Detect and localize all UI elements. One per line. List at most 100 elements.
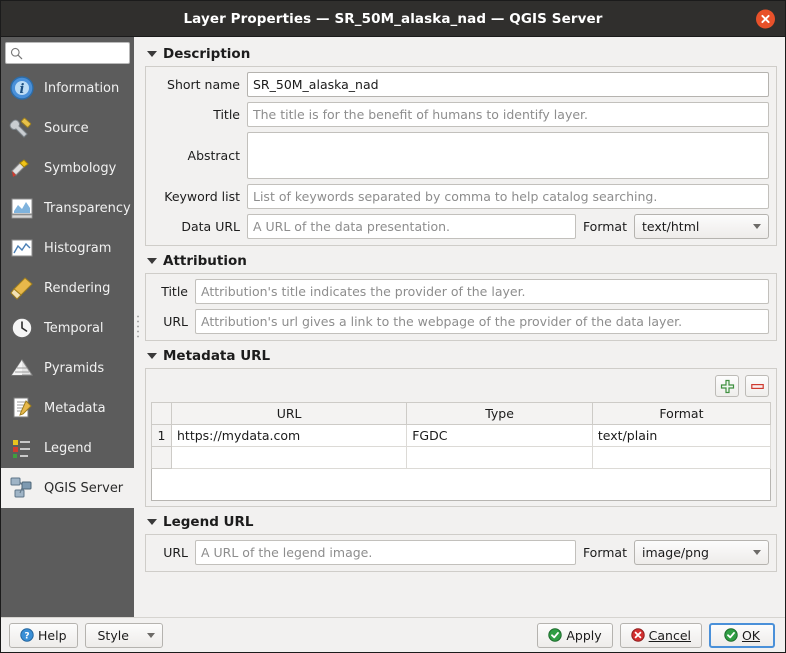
attribution-title: Attribution (163, 253, 247, 269)
dialog-body: i Information Source Symbology Transpare… (1, 37, 785, 617)
cancel-label: Cancel (648, 627, 691, 643)
keyword-list-row: Keyword list List of keywords separated … (153, 184, 769, 209)
data-url-input[interactable]: A URL of the data presentation. (247, 214, 576, 239)
ok-button[interactable]: OK (709, 622, 775, 648)
metadata-icon (13, 397, 32, 418)
sidebar-item-label: Metadata (44, 400, 106, 416)
table-row-empty[interactable] (151, 446, 772, 469)
source-icon (9, 117, 32, 138)
attribution-url-label: URL (163, 314, 188, 329)
remove-icon[interactable] (745, 375, 769, 397)
symbology-icon (11, 159, 29, 177)
sidebar-item-metadata[interactable]: Metadata (1, 388, 134, 428)
sidebar-item-symbology[interactable]: Symbology (1, 148, 134, 188)
data-url-format-label: Format (582, 219, 627, 234)
legend-url-input[interactable]: A URL of the legend image. (195, 540, 576, 565)
abstract-textarea[interactable] (247, 132, 769, 179)
sidebar-item-label: Histogram (44, 240, 112, 256)
legend-url-row: URL A URL of the legend image. Format im… (153, 540, 769, 565)
description-box: Short name SR_50M_alaska_nad Title The t… (145, 66, 777, 246)
title-input[interactable]: The title is for the benefit of humans t… (247, 102, 769, 127)
qgis-server-icon (10, 477, 32, 498)
legend-url-format-label: Format (582, 545, 627, 560)
sidebar-item-label: Pyramids (44, 360, 105, 376)
temporal-icon (11, 317, 33, 339)
attribution-title-input[interactable]: Attribution's title indicates the provid… (195, 279, 769, 304)
sidebar-item-legend[interactable]: Legend (1, 428, 134, 468)
keyword-list-label: Keyword list (164, 189, 240, 204)
sidebar-item-histogram[interactable]: Histogram (1, 228, 134, 268)
search-input[interactable] (23, 46, 125, 60)
legend-url-title: Legend URL (163, 514, 254, 530)
titlebar: Layer Properties — SR_50M_alaska_nad — Q… (1, 1, 785, 37)
description-header[interactable]: Description (145, 45, 777, 66)
help-button[interactable]: ? Help (9, 622, 78, 648)
search-box[interactable] (5, 42, 130, 64)
sidebar-item-label: Legend (44, 440, 92, 456)
legend-url-label: URL (163, 545, 188, 560)
sidebar-item-information[interactable]: i Information (1, 68, 134, 108)
title-row: Title The title is for the benefit of hu… (153, 102, 769, 127)
sidebar-item-temporal[interactable]: Temporal (1, 308, 134, 348)
metadata-url-box: URL Type Format 1 https://mydata.com FGD… (145, 368, 777, 507)
cell-type[interactable] (406, 446, 593, 469)
splitter-grip-icon (136, 314, 139, 340)
cell-format[interactable] (591, 446, 772, 469)
attribution-header[interactable]: Attribution (145, 252, 777, 273)
svg-text:i: i (20, 82, 25, 97)
dialog-footer: ? Help Style Apply Cancel OK (1, 617, 785, 652)
sidebar-splitter[interactable] (134, 37, 141, 617)
cancel-button[interactable]: Cancel (619, 622, 702, 648)
legend-url-format-select[interactable]: image/png (634, 540, 769, 565)
metadata-url-header[interactable]: Metadata URL (145, 347, 777, 368)
sidebar-item-label: QGIS Server (44, 480, 124, 496)
legend-url-header[interactable]: Legend URL (145, 513, 777, 534)
cell-url[interactable]: https://mydata.com (170, 424, 408, 447)
short-name-input[interactable]: SR_50M_alaska_nad (247, 72, 769, 97)
style-button[interactable]: Style (84, 622, 163, 648)
information-icon: i (10, 76, 34, 100)
row-index-header (151, 402, 172, 425)
apply-label: Apply (566, 627, 602, 643)
sidebar-item-source[interactable]: Source (1, 108, 134, 148)
cancel-icon (630, 628, 645, 642)
legend-icon (13, 440, 30, 458)
column-header-type[interactable]: Type (406, 402, 593, 425)
table-row[interactable]: 1 https://mydata.com FGDC text/plain (151, 424, 772, 447)
histogram-icon (11, 239, 33, 257)
chevron-down-icon (147, 51, 157, 57)
keyword-list-input[interactable]: List of keywords separated by comma to h… (247, 184, 769, 209)
add-icon[interactable] (715, 375, 739, 397)
chevron-down-icon (753, 550, 761, 555)
data-url-format-value: text/html (642, 219, 700, 234)
layer-properties-dialog: Layer Properties — SR_50M_alaska_nad — Q… (0, 0, 786, 653)
column-header-format[interactable]: Format (591, 402, 772, 425)
cell-type[interactable]: FGDC (406, 424, 593, 447)
column-header-url[interactable]: URL (170, 402, 408, 425)
chevron-down-icon (147, 258, 157, 264)
short-name-row: Short name SR_50M_alaska_nad (153, 72, 769, 97)
sidebar-item-rendering[interactable]: Rendering (1, 268, 134, 308)
data-url-format-select[interactable]: text/html (634, 214, 769, 239)
pyramids-icon (11, 359, 33, 376)
sidebar: i Information Source Symbology Transpare… (1, 37, 134, 617)
chevron-down-icon (147, 519, 157, 525)
attribution-url-row: URL Attribution's url gives a link to th… (153, 309, 769, 334)
sidebar-item-label: Information (44, 80, 120, 96)
close-icon[interactable] (756, 9, 775, 28)
row-index: 1 (151, 424, 172, 447)
sidebar-item-qgis-server[interactable]: QGIS Server (1, 468, 134, 508)
abstract-label: Abstract (187, 148, 240, 163)
help-icon: ? (20, 628, 34, 642)
sidebar-item-pyramids[interactable]: Pyramids (1, 348, 134, 388)
chevron-down-icon (753, 224, 761, 229)
cell-format[interactable]: text/plain (591, 424, 772, 447)
sidebar-item-transparency[interactable]: Transparency (1, 188, 134, 228)
sidebar-item-label: Source (44, 120, 89, 136)
ok-label: OK (741, 627, 761, 643)
description-title: Description (163, 46, 251, 62)
cell-url[interactable] (170, 446, 408, 469)
attribution-url-input[interactable]: Attribution's url gives a link to the we… (195, 309, 769, 334)
apply-button[interactable]: Apply (537, 622, 613, 648)
sidebar-nav: i Information Source Symbology Transpare… (1, 68, 134, 617)
